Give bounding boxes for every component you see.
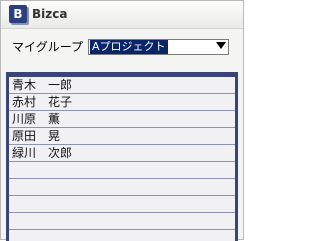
chevron-down-icon[interactable] (216, 42, 226, 49)
list-item[interactable] (9, 162, 235, 179)
app-window: B Bizca マイグループ Aプロジェクト 青木 一郎 赤村 花子 川原 薫 … (0, 0, 244, 241)
list-item[interactable]: 赤村 花子 (9, 94, 235, 111)
list-item[interactable]: 原田 晃 (9, 128, 235, 145)
list-item[interactable]: 青木 一郎 (9, 77, 235, 94)
list-item[interactable] (9, 196, 235, 213)
list-item[interactable] (9, 213, 235, 230)
member-list: 青木 一郎 赤村 花子 川原 薫 原田 晃 緑川 次郎 (6, 72, 238, 241)
group-select[interactable]: Aプロジェクト (88, 39, 229, 55)
group-select-value: Aプロジェクト (90, 40, 168, 54)
list-item[interactable] (9, 179, 235, 196)
bizca-logo-icon: B (9, 5, 27, 23)
title-bar: B Bizca (1, 1, 243, 29)
list-item[interactable]: 緑川 次郎 (9, 145, 235, 162)
group-label: マイグループ (12, 40, 84, 54)
app-title: Bizca (32, 7, 68, 21)
list-item[interactable]: 川原 薫 (9, 111, 235, 128)
